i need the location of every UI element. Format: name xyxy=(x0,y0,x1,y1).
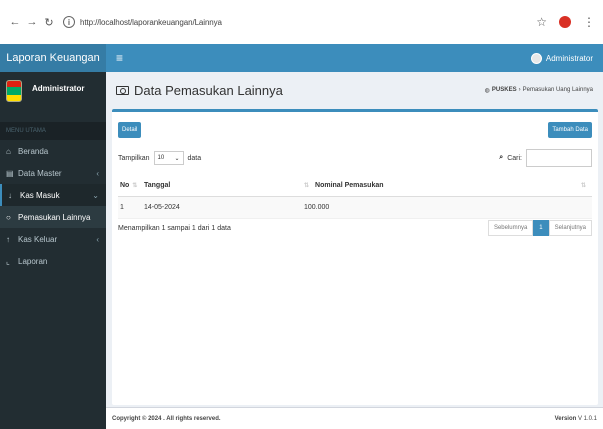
search-wrap: ⌕ Cari: xyxy=(499,149,592,167)
version-label: Version xyxy=(554,415,577,422)
sort-icon: ⇅ xyxy=(304,183,310,189)
back-icon[interactable]: ← xyxy=(8,15,22,29)
sidebar-item-pemasukan-lainnya[interactable]: ○ Pemasukan Lainnya xyxy=(0,206,106,228)
app-brand[interactable]: Laporan Keuangan xyxy=(0,44,106,72)
browser-toolbar: ← → ↻ i http://localhost/laporankeuangan… xyxy=(0,0,603,44)
cell-tanggal: 14-05-2024 xyxy=(144,204,180,211)
sort-icon: ⇅ xyxy=(132,183,138,189)
sort-icon: ⇅ xyxy=(580,183,586,189)
table-row[interactable]: 1 14-05-2024 100.000 xyxy=(118,197,592,219)
sidebar-item-label: Beranda xyxy=(18,146,49,156)
search-label: Cari: xyxy=(507,154,522,162)
user-panel: Administrator xyxy=(0,72,106,122)
reload-icon[interactable]: ↻ xyxy=(42,15,56,29)
page-length-value: 10 xyxy=(157,155,165,161)
cell-no: 1 xyxy=(120,204,124,211)
entries-label: data xyxy=(187,154,202,162)
pagination-next[interactable]: Selanjutnya xyxy=(548,220,592,236)
page-title-text: Data Pemasukan Lainnya xyxy=(134,82,283,98)
breadcrumb-home[interactable]: PUSKES xyxy=(492,87,517,94)
forward-icon[interactable]: → xyxy=(25,15,39,29)
sidebar-item-label: Data Master xyxy=(18,168,62,178)
column-header-no[interactable]: No ⇅ xyxy=(118,182,138,189)
version-value: V 1.0.1 xyxy=(577,415,597,422)
browser-menu-icon[interactable]: ⋮ xyxy=(583,15,595,29)
data-box: Detail Tambah Data Tampilkan 10 ⌄ data ⌕… xyxy=(112,109,598,405)
extension-icon[interactable] xyxy=(559,16,571,28)
search-input[interactable] xyxy=(526,149,592,167)
chart-icon: ⌞ xyxy=(6,256,10,266)
dashboard-icon: ◍ xyxy=(484,87,490,94)
footer-version: Version V 1.0.1 xyxy=(555,416,597,422)
pagination-page[interactable]: 1 xyxy=(533,220,549,236)
footer: Copyright © 2024 . All rights reserved. … xyxy=(106,407,603,429)
circle-icon: ○ xyxy=(6,212,11,222)
content-header: Data Pemasukan Lainnya ◍ PUSKES › Pemasu… xyxy=(106,72,603,108)
page-title: Data Pemasukan Lainnya xyxy=(116,83,283,98)
table-controls: Tampilkan 10 ⌄ data ⌕ Cari: xyxy=(118,149,592,167)
table-info: Menampilkan 1 sampai 1 dari 1 data xyxy=(118,225,231,232)
sidebar-item-kas-masuk[interactable]: ↓ Kas Masuk ⌄ xyxy=(0,184,106,206)
sidebar-item-laporan[interactable]: ⌞ Laporan xyxy=(0,250,106,272)
home-icon: ⌂ xyxy=(6,146,11,156)
table-header: No ⇅ Tanggal ⇅ Nominal Pemasukan ⇅ xyxy=(118,175,592,197)
page-length-select[interactable]: 10 ⌄ xyxy=(153,151,184,165)
app-header: Laporan Keuangan ≡ Administrator xyxy=(0,44,603,72)
length-label: Tampilkan xyxy=(118,154,150,162)
bookmark-star-icon[interactable]: ☆ xyxy=(536,15,547,29)
detail-button[interactable]: Detail xyxy=(118,122,142,138)
footer-copyright: Copyright © 2024 . All rights reserved. xyxy=(112,415,221,422)
content-wrapper: Data Pemasukan Lainnya ◍ PUSKES › Pemasu… xyxy=(106,72,603,429)
menu-header: MENU UTAMA xyxy=(0,122,106,140)
chevron-left-icon: ‹ xyxy=(96,168,99,178)
sidebar: Administrator MENU UTAMA ⌂ Beranda ▤ Dat… xyxy=(0,72,106,429)
pagination-prev[interactable]: Sebelumnya xyxy=(487,220,534,236)
user-menu[interactable]: Administrator xyxy=(530,52,593,64)
chevron-left-icon: ‹ xyxy=(96,234,99,244)
database-icon: ▤ xyxy=(6,168,14,178)
address-bar[interactable]: i http://localhost/laporankeuangan/Lainn… xyxy=(63,13,222,31)
sidebar-user-name: Administrator xyxy=(32,84,85,93)
sidebar-item-label: Laporan xyxy=(18,256,48,266)
sidebar-item-label: Kas Keluar xyxy=(18,234,58,244)
breadcrumb-current: Pemasukan Uang Lainnya xyxy=(522,86,593,93)
cell-nominal: 100.000 xyxy=(304,204,330,211)
sidebar-item-beranda[interactable]: ⌂ Beranda xyxy=(0,140,106,162)
add-data-button[interactable]: Tambah Data xyxy=(548,122,592,138)
sidebar-item-label: Pemasukan Lainnya xyxy=(18,212,91,222)
hamburger-icon[interactable]: ≡ xyxy=(116,51,123,65)
arrow-in-icon: ↓ xyxy=(8,190,12,200)
search-icon: ⌕ xyxy=(499,154,504,161)
arrow-out-icon: ↑ xyxy=(6,234,10,244)
pagination: Sebelumnya 1 Selanjutnya xyxy=(487,220,592,236)
top-navbar: ≡ Administrator xyxy=(106,44,603,72)
table-body: 1 14-05-2024 100.000 xyxy=(118,197,592,219)
chevron-down-icon: ⌄ xyxy=(92,190,99,200)
header-row: No ⇅ Tanggal ⇅ Nominal Pemasukan ⇅ xyxy=(118,175,592,197)
data-table: No ⇅ Tanggal ⇅ Nominal Pemasukan ⇅ 1 14-05-… xyxy=(118,175,592,219)
column-header-tanggal[interactable]: Tanggal xyxy=(138,182,298,189)
sidebar-item-label: Kas Masuk xyxy=(20,190,60,200)
sidebar-item-kas-keluar[interactable]: ↑ Kas Keluar ‹ xyxy=(0,228,106,250)
breadcrumb-separator: › xyxy=(518,86,521,93)
logo xyxy=(6,80,22,102)
avatar xyxy=(530,52,542,64)
sidebar-item-data-master[interactable]: ▤ Data Master ‹ xyxy=(0,162,106,184)
column-header-nominal[interactable]: ⇅ Nominal Pemasukan ⇅ xyxy=(298,182,592,189)
chevron-down-icon: ⌄ xyxy=(174,155,180,162)
site-info-icon[interactable]: i xyxy=(63,16,75,28)
user-menu-label: Administrator xyxy=(545,53,593,63)
breadcrumb: ◍ PUSKES › Pemasukan Uang Lainnya xyxy=(485,87,593,94)
money-icon xyxy=(116,85,129,95)
url-text: http://localhost/laporankeuangan/Lainnya xyxy=(80,17,222,27)
